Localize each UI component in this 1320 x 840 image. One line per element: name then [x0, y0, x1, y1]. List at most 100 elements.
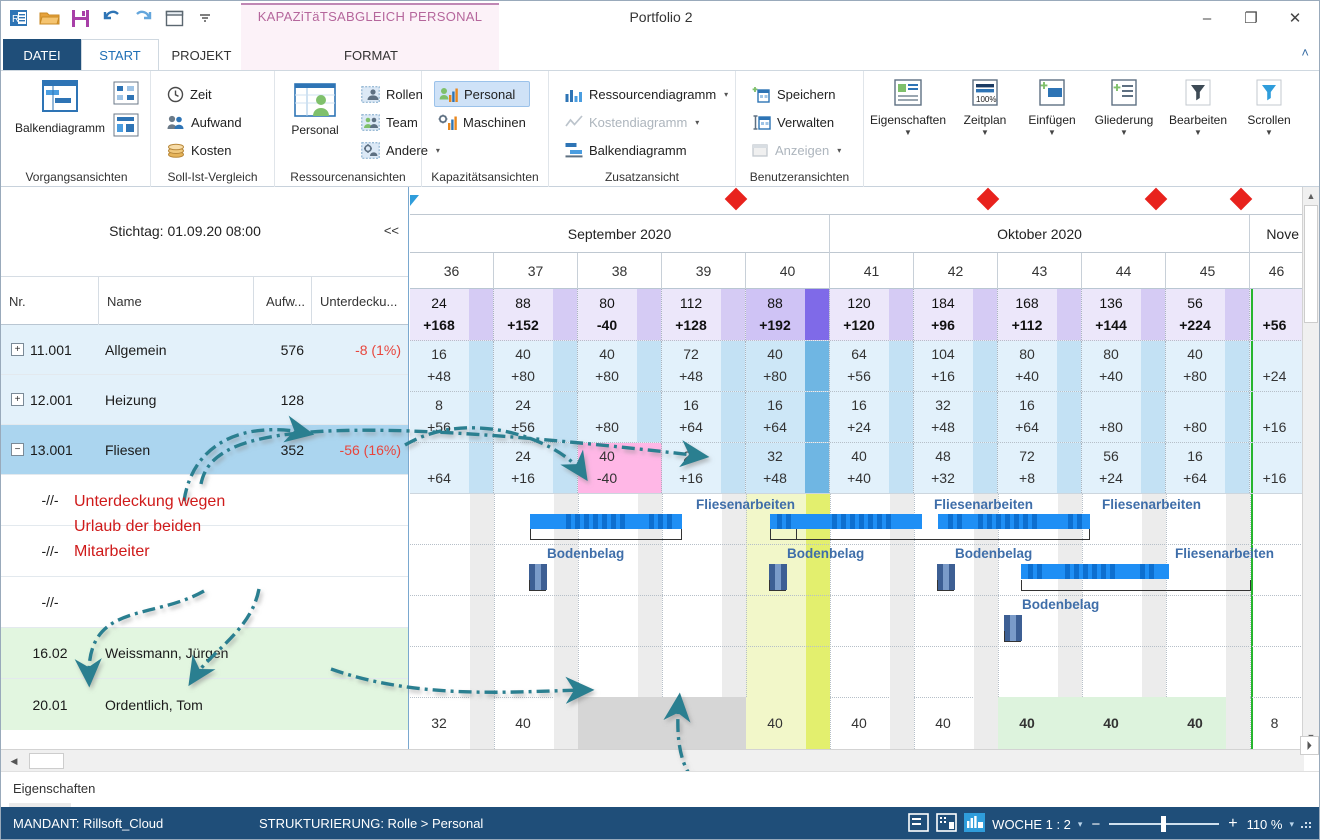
kosten-button[interactable]: Kosten [163, 137, 235, 163]
role-icon [361, 85, 380, 103]
milestone-icon[interactable] [724, 187, 748, 211]
resize-grip-icon[interactable] [1301, 818, 1313, 830]
aufwand-button[interactable]: Aufwand [163, 109, 246, 135]
gantt-bar[interactable] [530, 514, 682, 529]
zoom-slider-knob[interactable] [1161, 816, 1167, 832]
chevron-down-icon[interactable]: ▼ [1194, 128, 1202, 137]
horizontal-scroll-thumb[interactable] [29, 753, 64, 769]
column-header-name[interactable]: Name [99, 277, 254, 325]
scrollen-button[interactable]: Scrollen ▼ [1230, 79, 1308, 137]
verwalten-button[interactable]: Verwalten [748, 109, 838, 135]
status-mandant: MANDANT: Rillsoft_Cloud [13, 816, 164, 831]
zoom-in-button[interactable]: + [1226, 815, 1239, 833]
column-header-aufwand[interactable]: Aufw... [254, 277, 312, 325]
capacity-row-allgemein[interactable]: 16 40 40 72 40 64 104 80 80 40 +48 +80 +… [410, 341, 1303, 392]
minimize-button[interactable]: – [1185, 3, 1229, 33]
capacity-delta: +24 [1262, 368, 1287, 384]
ressourcendiagramm-button[interactable]: Ressourcendiagramm ▾ [561, 81, 732, 107]
expand-icon[interactable]: + [11, 343, 24, 356]
properties-tab-label[interactable]: Eigenschaften [13, 781, 95, 796]
chevron-down-icon[interactable]: ▾ [1289, 819, 1294, 830]
vertical-scroll-thumb[interactable] [1304, 205, 1318, 323]
maschinen-button[interactable]: Maschinen [434, 109, 530, 135]
expand-icon[interactable]: + [11, 393, 24, 406]
capacity-row-heizung[interactable]: 8 24 16 16 16 32 16 +56 +56 +80 +64 +64 … [410, 392, 1303, 443]
chevron-down-icon[interactable]: ▾ [1078, 819, 1083, 830]
chevron-down-icon[interactable]: ▼ [1265, 128, 1273, 137]
tab-start[interactable]: START [81, 39, 159, 71]
horizontal-scrollbar[interactable]: ◀ [1, 749, 1304, 771]
close-button[interactable]: ✕ [1273, 3, 1317, 33]
ribbon-group-benutzeransichten: Speichern Verwalten Anzeigen ▾ Benutzera… [736, 71, 864, 187]
tab-datei[interactable]: DATEI [3, 39, 81, 71]
month-cell: September 2020 [410, 215, 830, 253]
kapazitaet-personal-button[interactable]: Personal [434, 81, 530, 107]
collapse-pane-button[interactable]: << [384, 223, 399, 238]
week-cell: 42 [914, 253, 998, 289]
scroll-right-button[interactable] [1300, 736, 1319, 758]
einfuegen-button[interactable]: Einfügen ▼ [1013, 79, 1091, 137]
balkendiagramm-button[interactable]: Balkendiagramm [15, 79, 105, 135]
week-cell: 46 [1268, 263, 1285, 279]
status-scale[interactable]: WOCHE 1 : 2 [992, 817, 1071, 832]
capacity-value: 168 [1015, 295, 1039, 311]
eigenschaften-button[interactable]: Eigenschaften ▼ [869, 79, 947, 137]
capacity-row-fliesen[interactable]: 24 40 24 32 40 48 72 56 16 +64 +16 -40 +… [410, 443, 1303, 494]
status-strukturierung: STRUKTURIERUNG: Rolle > Personal [259, 816, 484, 831]
milestone-icon[interactable] [1229, 187, 1253, 211]
milestone-icon[interactable] [1144, 187, 1168, 211]
capacity-row-total[interactable]: 24 88 80 112 88 120 184 168 136 56 +168 … [410, 289, 1303, 341]
capacity-delta: +80 [1183, 419, 1207, 435]
table-row[interactable]: − 13.001 Fliesen 352 -56 (16%) [1, 425, 408, 475]
chevron-down-icon[interactable]: ▼ [1048, 128, 1056, 137]
gantt-bar[interactable] [938, 514, 1090, 529]
speichern-button[interactable]: Speichern [748, 81, 840, 107]
milestone-icon[interactable] [976, 187, 1000, 211]
zoom-slider[interactable] [1109, 816, 1220, 832]
chevron-down-icon[interactable]: ▼ [904, 128, 912, 137]
gliederung-button[interactable]: Gliederung ▼ [1085, 79, 1163, 137]
gantt-bar[interactable] [770, 514, 922, 529]
gantt-span-bracket [1021, 580, 1251, 591]
column-header-nr[interactable]: Nr. [1, 277, 99, 325]
row-unterdeckung-cell: -8 (1%) [355, 341, 401, 358]
resource-row-weissmann[interactable]: 32 40 40 40 40 40 40 40 8 [410, 697, 1303, 749]
capacity-delta: -40 [596, 470, 618, 486]
table-row[interactable]: -//- [1, 526, 408, 577]
gantt-span-bracket [530, 529, 682, 540]
zoom-out-button[interactable]: − [1089, 816, 1102, 833]
milestone-strip [410, 187, 1303, 215]
scroll-up-icon[interactable]: ▲ [1304, 188, 1318, 204]
table-row[interactable]: 20.01 Ordentlich, Tom [1, 679, 408, 730]
view-layout-icon[interactable] [908, 813, 929, 835]
maximize-button[interactable]: ❐ [1229, 3, 1273, 33]
chevron-down-icon[interactable]: ▾ [724, 90, 728, 99]
personal-view-button[interactable]: Personal [279, 83, 351, 137]
view-icon-small-2[interactable] [113, 113, 139, 140]
ressourcendiagramm-label: Ressourcendiagramm [589, 86, 717, 102]
table-row[interactable]: + 11.001 Allgemein 576 -8 (1%) [1, 325, 408, 375]
team-button[interactable]: Team [357, 109, 422, 135]
tab-format[interactable]: FORMAT [301, 39, 441, 71]
capacity-view-icon[interactable] [964, 813, 986, 835]
table-row[interactable]: -//- [1, 577, 408, 628]
table-row[interactable]: + 12.001 Heizung 128 [1, 375, 408, 425]
tab-projekt[interactable]: PROJEKT [159, 39, 244, 71]
table-row[interactable]: -//- [1, 475, 408, 526]
rollen-button[interactable]: Rollen [357, 81, 427, 107]
chevron-down-icon[interactable]: ▼ [1120, 128, 1128, 137]
task-label: Bodenbelag [547, 546, 625, 561]
table-row[interactable]: 16.02 Weissmann, Jürgen [1, 628, 408, 679]
zusatz-balkendiagramm-button[interactable]: Balkendiagramm [561, 137, 691, 163]
collapse-ribbon-button[interactable]: ˄ [1301, 45, 1309, 60]
scroll-left-icon[interactable]: ◀ [5, 753, 23, 769]
grid-view-icon[interactable] [936, 813, 957, 835]
view-icon-small-1[interactable] [113, 81, 139, 108]
collapse-icon[interactable]: − [11, 443, 24, 456]
column-header-unterdeckung[interactable]: Unterdecku... [312, 277, 408, 325]
vertical-scrollbar[interactable]: ▲ ▼ [1302, 187, 1319, 749]
gantt-bar[interactable] [1021, 564, 1169, 579]
zeit-button[interactable]: Zeit [163, 81, 216, 107]
chevron-down-icon[interactable]: ▼ [981, 128, 989, 137]
bearbeiten-button[interactable]: Bearbeiten ▼ [1159, 79, 1237, 137]
